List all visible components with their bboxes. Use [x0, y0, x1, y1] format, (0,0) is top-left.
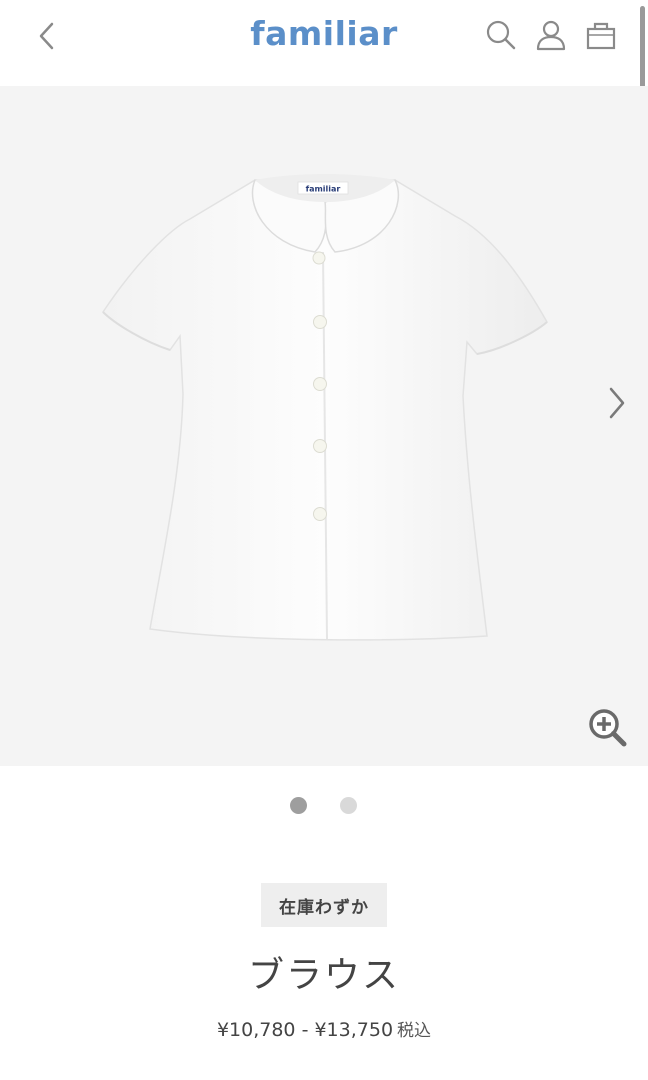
pagination-dot-2[interactable]	[340, 797, 357, 814]
chevron-right-icon	[609, 387, 625, 419]
zoom-in-icon	[589, 709, 627, 747]
neck-label-text: familiar	[306, 185, 341, 194]
header: familiar	[0, 0, 648, 86]
search-icon	[486, 20, 516, 50]
tax-label: 税込	[397, 1021, 432, 1041]
shopping-bag-icon	[586, 22, 616, 50]
next-image-button[interactable]	[600, 383, 634, 423]
user-icon	[536, 20, 566, 51]
product-title: ブラウス	[247, 955, 400, 996]
zoom-button[interactable]	[586, 706, 630, 750]
account-button[interactable]	[534, 18, 568, 52]
cart-button[interactable]	[584, 18, 618, 52]
pagination-dot-1[interactable]	[290, 797, 307, 814]
gallery-pagination	[0, 796, 648, 816]
search-button[interactable]	[484, 18, 518, 52]
stock-badge: 在庫わずか	[261, 883, 387, 927]
product-image: familiar	[102, 174, 548, 641]
product-image-gallery[interactable]: familiar	[0, 86, 648, 766]
product-price: ¥10,780 - ¥13,750 税込	[0, 1016, 648, 1041]
price-range: ¥10,780 - ¥13,750	[216, 1019, 394, 1041]
